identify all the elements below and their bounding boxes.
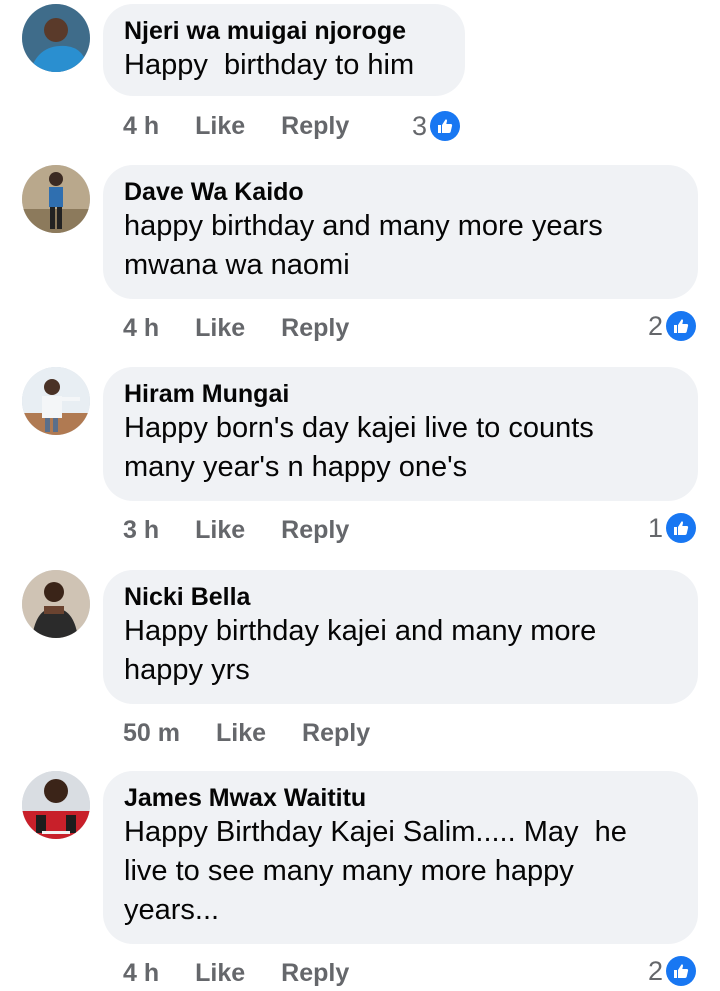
like-button[interactable]: Like bbox=[195, 314, 245, 343]
reaction-summary[interactable]: 2 bbox=[648, 308, 697, 344]
comment-time[interactable]: 3 h bbox=[123, 516, 159, 545]
comment-text: Happy birthday kajei and many more happy… bbox=[124, 615, 597, 686]
reply-button[interactable]: Reply bbox=[281, 314, 349, 343]
comment-bubble: Hiram Mungai Happy born's day kajei live… bbox=[103, 367, 698, 501]
comment-text: Happy born's day kajei live to counts ma… bbox=[124, 412, 594, 483]
reply-button[interactable]: Reply bbox=[281, 112, 349, 141]
comment-author[interactable]: Hiram Mungai bbox=[124, 379, 676, 409]
comment-bubble: James Mwax Waititu Happy Birthday Kajei … bbox=[103, 771, 698, 944]
comment-actions: 3 h Like Reply bbox=[123, 512, 349, 548]
avatar[interactable] bbox=[22, 570, 90, 638]
comment-time[interactable]: 4 h bbox=[123, 112, 159, 141]
comment-author[interactable]: Njeri wa muigai njoroge bbox=[124, 16, 443, 46]
like-button[interactable]: Like bbox=[195, 959, 245, 988]
avatar[interactable] bbox=[22, 165, 90, 233]
like-button[interactable]: Like bbox=[195, 516, 245, 545]
comment-actions: 4 h Like Reply bbox=[123, 108, 349, 144]
comment-bubble: Njeri wa muigai njoroge Happy birthday t… bbox=[103, 4, 465, 96]
comment-actions: 4 h Like Reply bbox=[123, 955, 349, 991]
comment-actions: 4 h Like Reply bbox=[123, 310, 349, 346]
comment-author[interactable]: James Mwax Waititu bbox=[124, 783, 676, 813]
avatar[interactable] bbox=[22, 771, 90, 839]
reaction-count: 3 bbox=[412, 110, 428, 141]
comment-bubble: Nicki Bella Happy birthday kajei and man… bbox=[103, 570, 698, 704]
comment-author[interactable]: Nicki Bella bbox=[124, 582, 676, 612]
avatar[interactable] bbox=[22, 4, 90, 72]
comment-bubble: Dave Wa Kaido happy birthday and many mo… bbox=[103, 165, 698, 299]
reply-button[interactable]: Reply bbox=[302, 719, 370, 748]
thumbs-up-icon bbox=[666, 513, 697, 543]
reaction-summary[interactable]: 2 bbox=[648, 953, 697, 989]
comment-text: happy birthday and many more years mwana… bbox=[124, 210, 603, 281]
reply-button[interactable]: Reply bbox=[281, 959, 349, 988]
thumbs-up-icon bbox=[666, 956, 697, 986]
reply-button[interactable]: Reply bbox=[281, 516, 349, 545]
comment-time[interactable]: 50 m bbox=[123, 719, 180, 748]
avatar[interactable] bbox=[22, 367, 90, 435]
comment-text: Happy birthday to him bbox=[124, 49, 415, 81]
comment-actions: 50 m Like Reply bbox=[123, 715, 370, 751]
reaction-summary[interactable]: 3 bbox=[412, 108, 461, 144]
comment-time[interactable]: 4 h bbox=[123, 314, 159, 343]
comment-text: Happy Birthday Kajei Salim..... May he l… bbox=[124, 816, 627, 926]
thumbs-up-icon bbox=[430, 111, 461, 141]
like-button[interactable]: Like bbox=[216, 719, 266, 748]
thumbs-up-icon bbox=[666, 311, 697, 341]
reaction-count: 2 bbox=[648, 310, 664, 341]
reaction-summary[interactable]: 1 bbox=[648, 510, 697, 546]
comment-time[interactable]: 4 h bbox=[123, 959, 159, 988]
comment-author[interactable]: Dave Wa Kaido bbox=[124, 177, 676, 207]
reaction-count: 2 bbox=[648, 955, 664, 986]
reaction-count: 1 bbox=[648, 512, 664, 543]
like-button[interactable]: Like bbox=[195, 112, 245, 141]
